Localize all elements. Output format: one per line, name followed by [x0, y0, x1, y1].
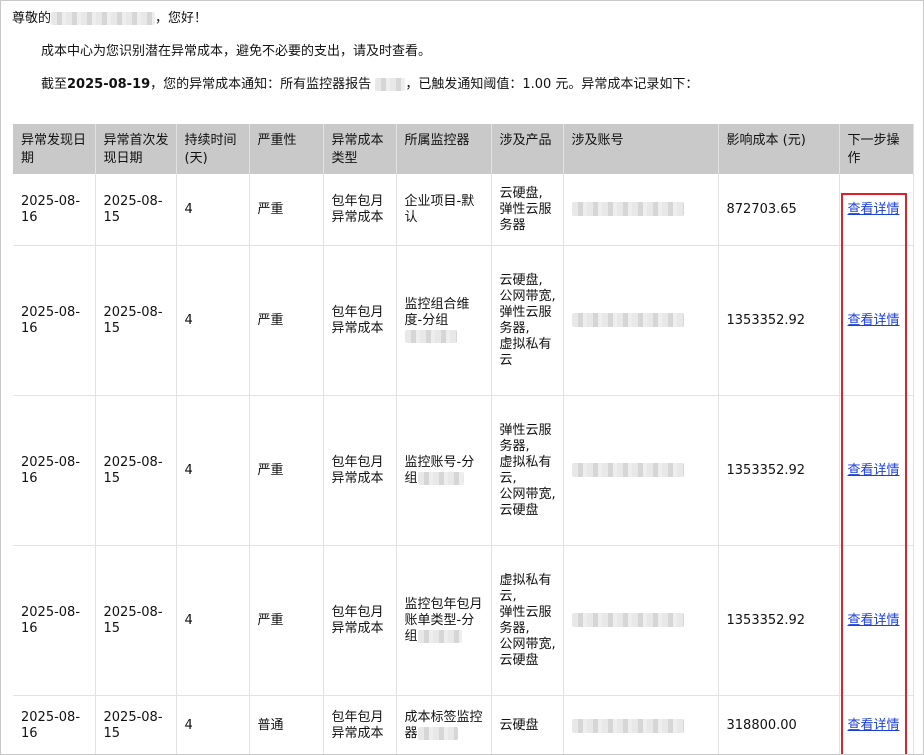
action-cell: 查看详情 [839, 695, 914, 754]
redacted-username [51, 12, 156, 25]
impact-cost: 1353352.92 [718, 545, 840, 696]
redacted-monitor-suffix [417, 727, 458, 740]
monitor-name: 企业项目-默认 [404, 193, 475, 225]
cost-type: 包年包月异常成本 [323, 395, 397, 546]
account [563, 174, 719, 246]
notice-line: 截至2025-08-19，您的异常成本通知：所有监控器报告 ，已触发通知阈值：1… [41, 76, 698, 94]
email-body: 尊敬的 ，您好！ 成本中心为您识别潜在异常成本，避免不必要的支出，请及时查看。 截… [0, 0, 924, 755]
action-cell: 查看详情 [839, 245, 914, 396]
impact-cost: 318800.00 [718, 695, 840, 754]
redacted-account [571, 718, 684, 733]
impact-cost: 872703.65 [718, 174, 840, 246]
found-date: 2025-08-16 [13, 545, 96, 696]
found-date: 2025-08-16 [13, 695, 96, 754]
duration: 4 [176, 245, 250, 396]
redacted-monitor-suffix [417, 629, 462, 643]
view-details-link[interactable]: 查看详情 [848, 463, 900, 478]
header-duration: 持续时间(天) [176, 124, 250, 174]
account [563, 545, 719, 696]
header-cost: 影响成本 (元) [718, 124, 840, 174]
view-details-link[interactable]: 查看详情 [848, 313, 900, 328]
severity: 严重 [249, 245, 324, 396]
table-row: 2025-08-16 2025-08-15 4 普通 包年包月异常成本 成本标签… [13, 695, 914, 754]
cost-type: 包年包月异常成本 [323, 545, 397, 696]
cost-type: 包年包月异常成本 [323, 695, 397, 754]
table-row: 2025-08-16 2025-08-15 4 严重 包年包月异常成本 监控组合… [13, 245, 914, 396]
severity: 普通 [249, 695, 324, 754]
table-header-row: 异常发现日期 异常首次发现日期 持续时间(天) 严重性 异常成本类型 所属监控器… [13, 124, 914, 174]
action-cell: 查看详情 [839, 174, 914, 246]
impact-cost: 1353352.92 [718, 395, 840, 546]
products: 云硬盘 [491, 695, 564, 754]
view-details-link[interactable]: 查看详情 [848, 718, 900, 733]
header-products: 涉及产品 [491, 124, 564, 174]
first-date: 2025-08-15 [95, 695, 177, 754]
greeting-suffix: ，您好！ [155, 11, 208, 26]
severity: 严重 [249, 545, 324, 696]
redacted-monitor-suffix [417, 471, 464, 485]
found-date: 2025-08-16 [13, 245, 96, 396]
monitor: 监控组合维度-分组 [396, 245, 492, 396]
monitor: 监控包年包月账单类型-分组 [396, 545, 492, 696]
greeting-line: 尊敬的 ，您好！ [12, 10, 207, 28]
header-cost-type: 异常成本类型 [323, 124, 397, 174]
intro-text: 成本中心为您识别潜在异常成本，避免不必要的支出，请及时查看。 [41, 44, 432, 59]
redacted-monitor-name [375, 78, 406, 91]
products: 虚拟私有云, 弹性云服务器, 公网带宽, 云硬盘 [491, 545, 564, 696]
header-found-date: 异常发现日期 [13, 124, 96, 174]
cost-type: 包年包月异常成本 [323, 245, 397, 396]
cost-type: 包年包月异常成本 [323, 174, 397, 246]
table-row: 2025-08-16 2025-08-15 4 严重 包年包月异常成本 监控包年… [13, 545, 914, 696]
action-cell: 查看详情 [839, 395, 914, 546]
duration: 4 [176, 395, 250, 546]
monitor-name: 监控组合维度-分组 [404, 296, 470, 328]
account [563, 245, 719, 396]
monitor: 成本标签监控器 [396, 695, 492, 754]
redacted-account [571, 313, 684, 327]
notice-date: 2025-08-19 [67, 77, 151, 92]
monitor: 企业项目-默认 [396, 174, 492, 246]
table-row: 2025-08-16 2025-08-15 4 严重 包年包月异常成本 企业项目… [13, 174, 914, 246]
impact-cost: 1353352.92 [718, 245, 840, 396]
greeting-prefix: 尊敬的 [12, 11, 52, 26]
redacted-account [571, 463, 684, 477]
account [563, 695, 719, 754]
first-date: 2025-08-15 [95, 245, 177, 396]
products: 云硬盘, 弹性云服务器 [491, 174, 564, 246]
header-accounts: 涉及账号 [563, 124, 719, 174]
duration: 4 [176, 174, 250, 246]
view-details-link[interactable]: 查看详情 [848, 613, 900, 628]
anomaly-table: 异常发现日期 异常首次发现日期 持续时间(天) 严重性 异常成本类型 所属监控器… [13, 124, 914, 754]
view-details-link[interactable]: 查看详情 [848, 202, 900, 217]
notice-prefix: 截至 [41, 77, 68, 92]
header-severity: 严重性 [249, 124, 324, 174]
first-date: 2025-08-15 [95, 395, 177, 546]
table-row: 2025-08-16 2025-08-15 4 严重 包年包月异常成本 监控账号… [13, 395, 914, 546]
header-action: 下一步操作 [839, 124, 914, 174]
duration: 4 [176, 695, 250, 754]
products: 云硬盘, 公网带宽, 弹性云服务器, 虚拟私有云 [491, 245, 564, 396]
severity: 严重 [249, 174, 324, 246]
products: 弹性云服务器, 虚拟私有云, 公网带宽, 云硬盘 [491, 395, 564, 546]
header-first-date: 异常首次发现日期 [95, 124, 177, 174]
header-monitor: 所属监控器 [396, 124, 492, 174]
redacted-account [571, 202, 684, 216]
duration: 4 [176, 545, 250, 696]
action-cell: 查看详情 [839, 545, 914, 696]
found-date: 2025-08-16 [13, 395, 96, 546]
redacted-monitor-suffix [404, 329, 457, 343]
severity: 严重 [249, 395, 324, 546]
notice-mid: ，您的异常成本通知：所有监控器报告 [150, 77, 372, 92]
notice-suffix: ，已触发通知阈值：1.00 元。异常成本记录如下： [405, 77, 699, 92]
redacted-account [571, 613, 684, 627]
monitor: 监控账号-分组 [396, 395, 492, 546]
first-date: 2025-08-15 [95, 545, 177, 696]
account [563, 395, 719, 546]
first-date: 2025-08-15 [95, 174, 177, 246]
found-date: 2025-08-16 [13, 174, 96, 246]
